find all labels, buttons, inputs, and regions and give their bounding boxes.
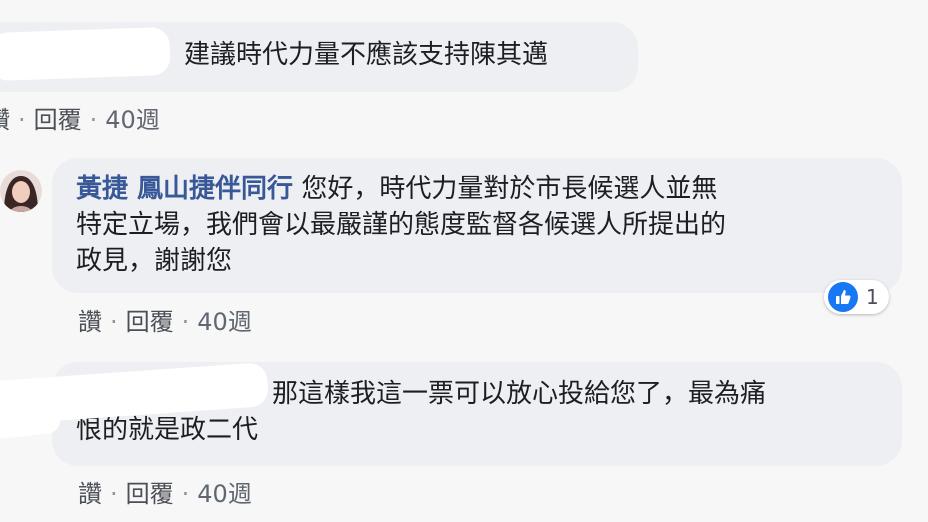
reaction-count: 1 (866, 285, 879, 309)
comment-text: 建議時代力量不應該支持陳其邁 (184, 40, 549, 70)
reply-link[interactable]: 回覆 (126, 308, 174, 336)
like-link[interactable]: 讚 (78, 308, 102, 336)
like-link[interactable]: 讚 (78, 480, 102, 508)
comment-text-line: 特定立場，我們會以最嚴謹的態度監督各候選人所提出的 (76, 210, 727, 240)
comment-text-line: 恨的就是政二代 (76, 415, 259, 445)
comment-actions-1: 讚·回覆·40週 (0, 100, 160, 135)
redacted-author-name (0, 26, 171, 82)
timestamp[interactable]: 40週 (105, 106, 160, 134)
separator-dot: · (181, 480, 190, 508)
author-name[interactable]: 黃捷 鳳山捷伴同行 (76, 174, 293, 204)
comment-text-line: 您好，時代力量對於市長候選人並無 (301, 174, 718, 204)
comment-bubble-2: 黃捷 鳳山捷伴同行 您好，時代力量對於市長候選人並無 特定立場，我們會以最嚴謹的… (52, 158, 902, 293)
timestamp[interactable]: 40週 (197, 308, 252, 336)
avatar[interactable] (0, 170, 42, 212)
reply-link[interactable]: 回覆 (34, 106, 82, 134)
reaction-count-badge[interactable]: 1 (824, 280, 889, 314)
separator-dot: · (18, 106, 26, 134)
thumbs-up-icon (828, 282, 858, 312)
reply-link[interactable]: 回覆 (126, 480, 174, 508)
like-link[interactable]: 讚 (0, 106, 10, 134)
comment-text-line: 政見，謝謝您 (76, 246, 233, 276)
separator-dot: · (181, 308, 190, 336)
separator-dot: · (110, 308, 118, 336)
comment-text-line: 那這樣我這一票可以放心投給您了，最為痛 (272, 379, 767, 409)
separator-dot: · (110, 480, 118, 508)
timestamp[interactable]: 40週 (197, 480, 252, 508)
separator-dot: · (89, 106, 98, 134)
comment-actions-3: 讚 · 回覆 · 40週 (78, 474, 252, 509)
comment-actions-2: 讚 · 回覆 · 40週 (78, 302, 252, 337)
